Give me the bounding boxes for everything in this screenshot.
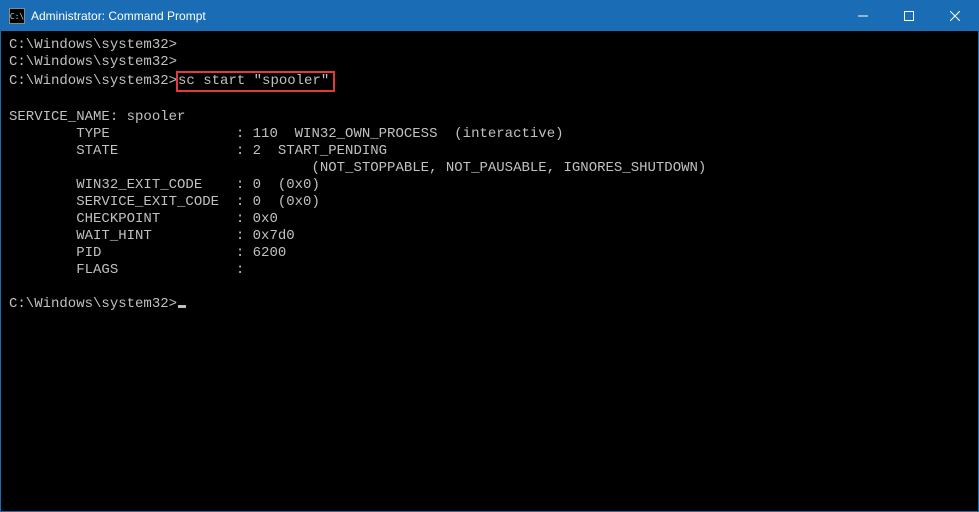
close-icon	[950, 11, 960, 21]
cmd-icon: C:\	[9, 8, 25, 24]
blank-line	[9, 279, 970, 296]
minimize-icon	[858, 11, 868, 21]
output-row: CHECKPOINT : 0x0	[9, 211, 970, 228]
output-row: PID : 6200	[9, 245, 970, 262]
prompt-line: C:\Windows\system32>	[9, 54, 970, 71]
command-prompt-window: C:\ Administrator: Command Prompt C:\Win…	[0, 0, 979, 512]
output-row: TYPE : 110 WIN32_OWN_PROCESS (interactiv…	[9, 126, 970, 143]
output-row: STATE : 2 START_PENDING	[9, 143, 970, 160]
minimize-button[interactable]	[840, 1, 886, 31]
command-line: C:\Windows\system32>sc start "spooler"	[9, 71, 970, 92]
output-row: WIN32_EXIT_CODE : 0 (0x0)	[9, 177, 970, 194]
prompt-line: C:\Windows\system32>	[9, 37, 970, 54]
maximize-icon	[904, 11, 914, 21]
prompt-line: C:\Windows\system32>	[9, 296, 970, 313]
output-row: WAIT_HINT : 0x7d0	[9, 228, 970, 245]
output-row: (NOT_STOPPABLE, NOT_PAUSABLE, IGNORES_SH…	[9, 160, 970, 177]
terminal-output[interactable]: C:\Windows\system32>C:\Windows\system32>…	[1, 31, 978, 511]
output-row: FLAGS :	[9, 262, 970, 279]
maximize-button[interactable]	[886, 1, 932, 31]
cursor	[178, 305, 186, 308]
blank-line	[9, 92, 970, 109]
service-header: SERVICE_NAME: spooler	[9, 109, 970, 126]
window-title: Administrator: Command Prompt	[31, 9, 206, 23]
titlebar[interactable]: C:\ Administrator: Command Prompt	[1, 1, 978, 31]
highlighted-command: sc start "spooler"	[176, 71, 335, 92]
output-row: SERVICE_EXIT_CODE : 0 (0x0)	[9, 194, 970, 211]
close-button[interactable]	[932, 1, 978, 31]
